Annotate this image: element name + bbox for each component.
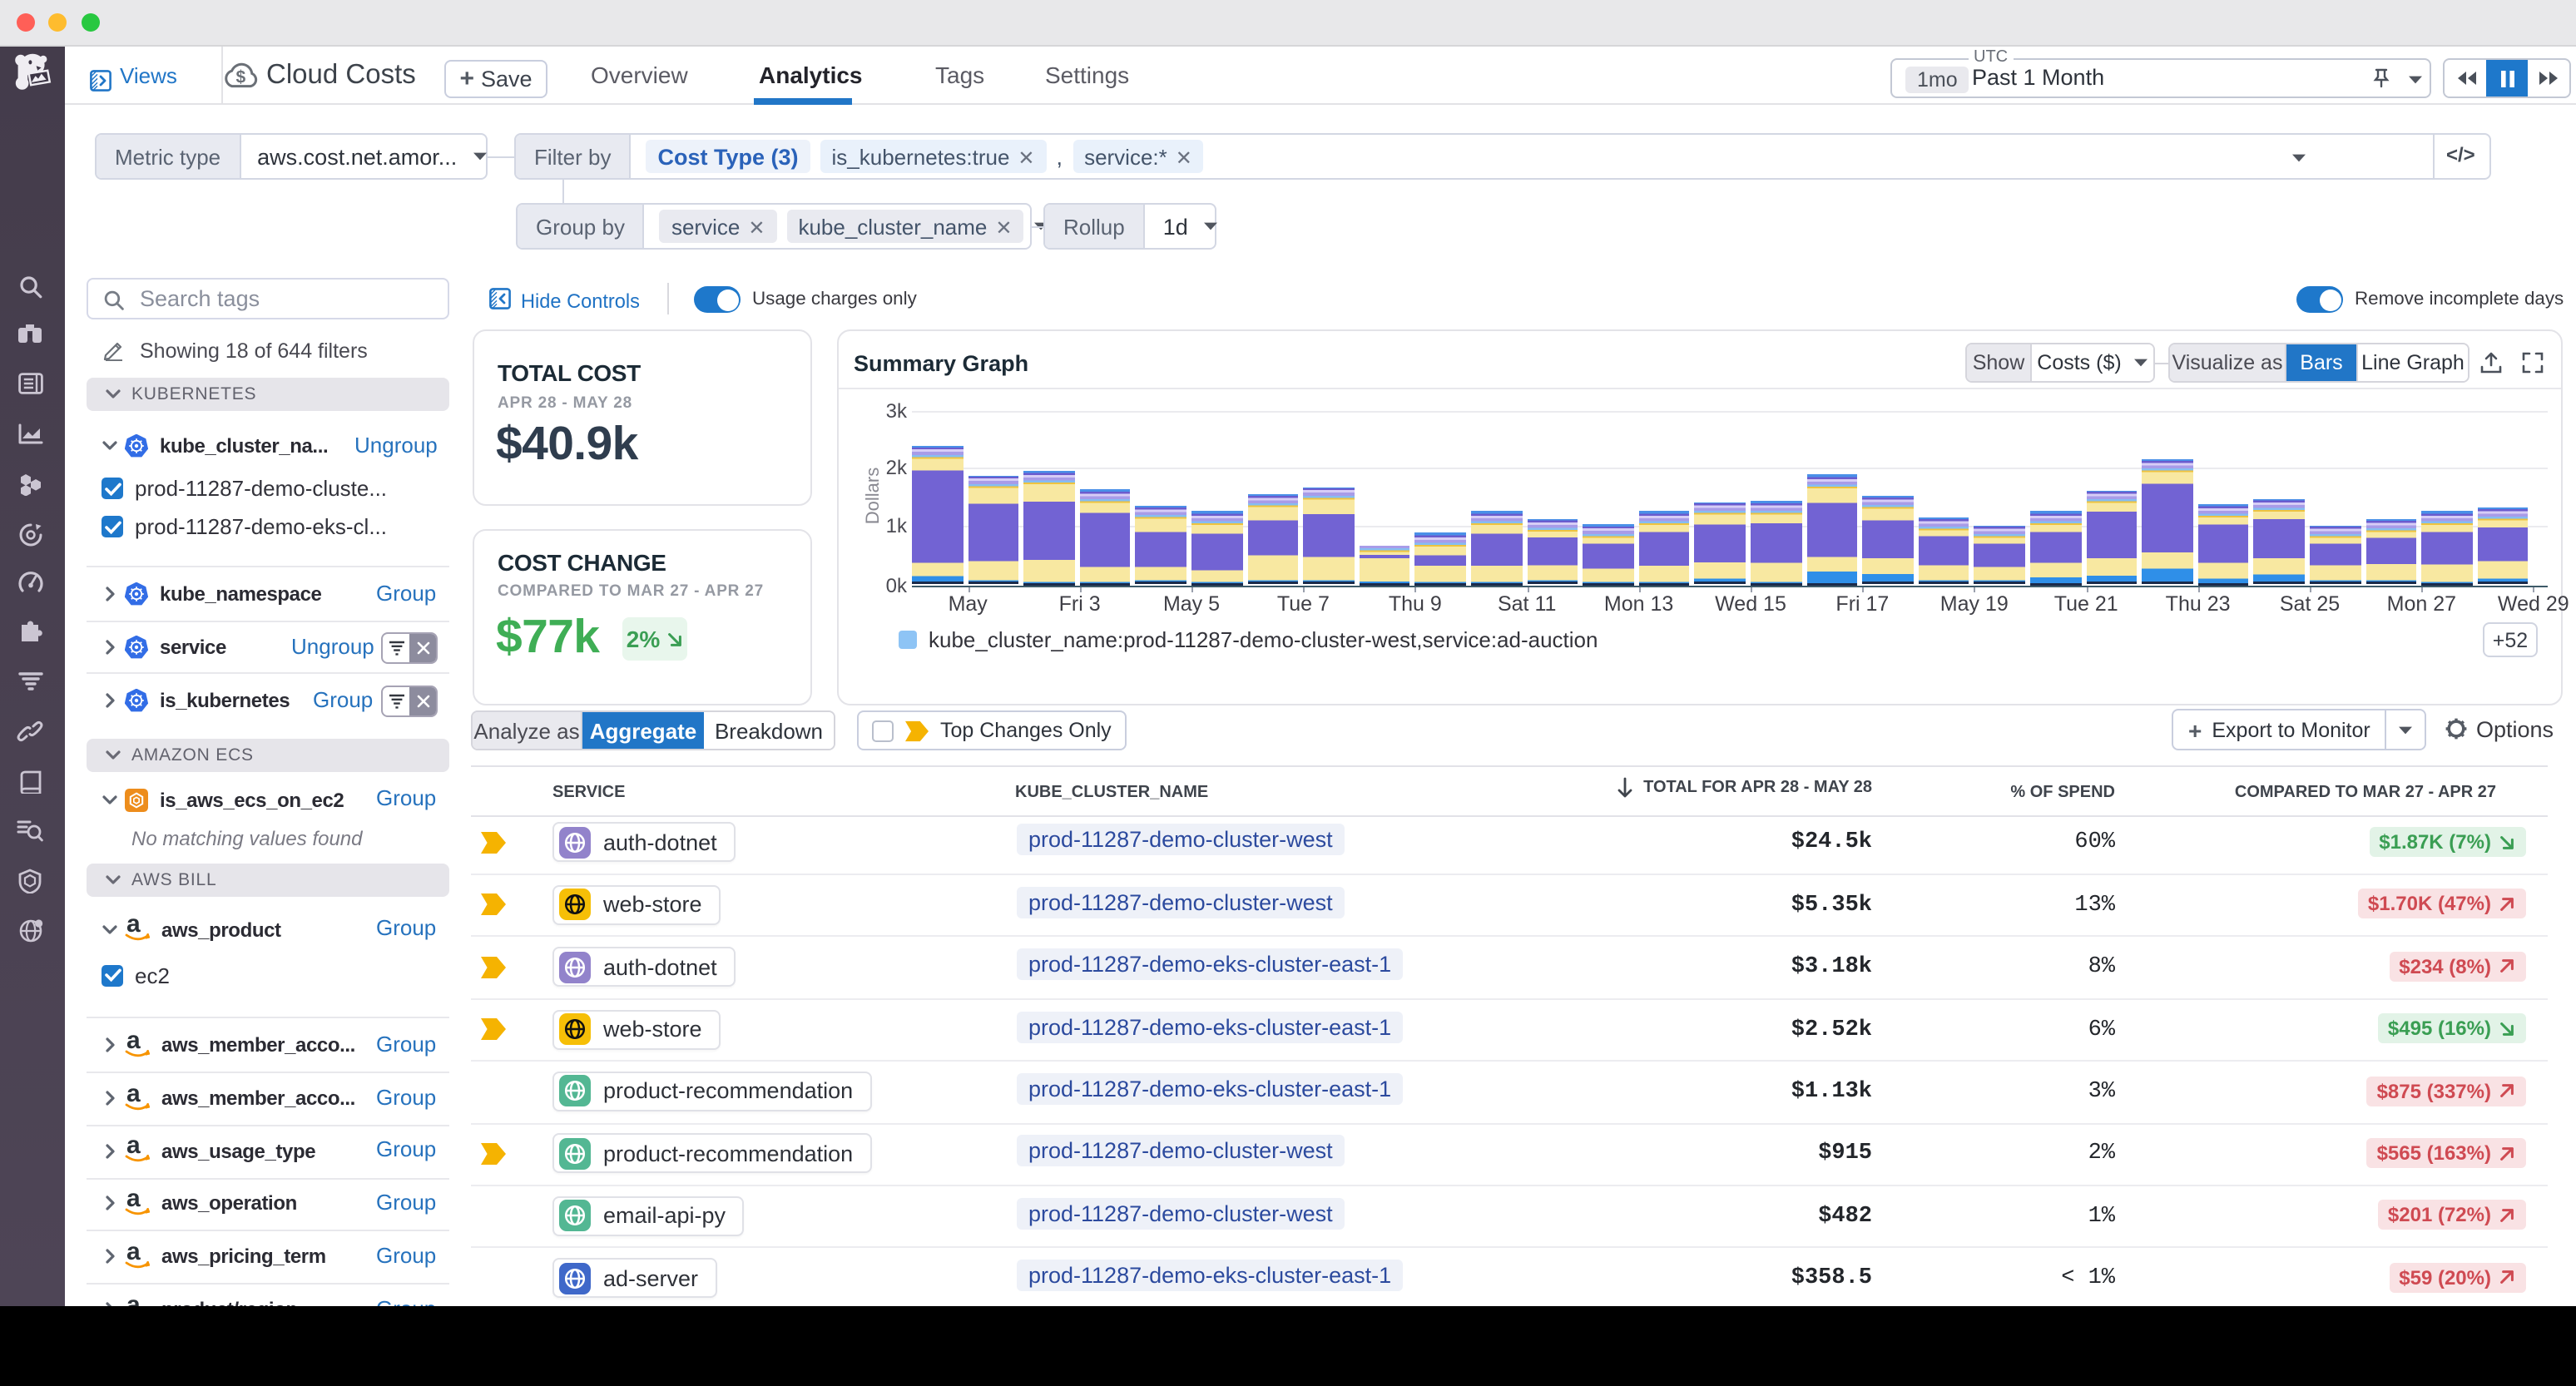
svg-text:$: $: [236, 68, 246, 87]
